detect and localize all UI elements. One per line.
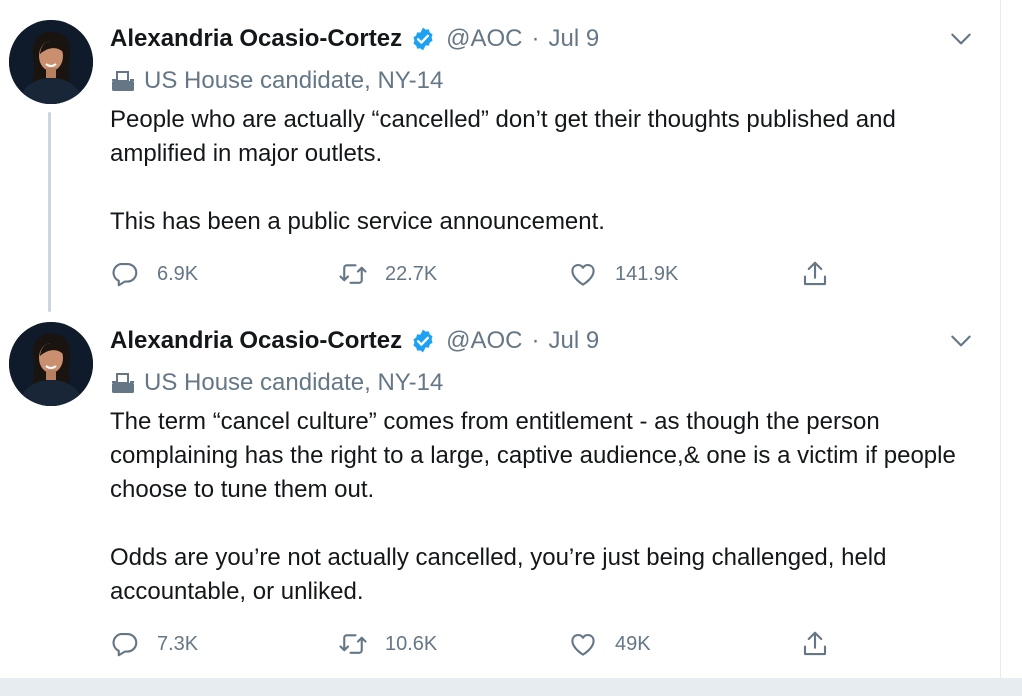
tweet-header: Alexandria Ocasio-Cortez @AOC · Jul 9 bbox=[110, 324, 599, 358]
account-label-text: US House candidate, NY-14 bbox=[144, 67, 444, 94]
tweet-actions: 6.9K 22.7K 141.9K bbox=[110, 258, 970, 290]
tweet-actions: 7.3K 10.6K 49K bbox=[110, 628, 970, 660]
avatar[interactable] bbox=[9, 322, 93, 406]
separator-dot: · bbox=[531, 25, 540, 52]
tweet-text: People who are actually “cancelled” don’… bbox=[110, 103, 980, 239]
author-handle[interactable]: @AOC bbox=[446, 25, 522, 53]
avatar[interactable] bbox=[9, 20, 93, 104]
tweet-date[interactable]: Jul 9 bbox=[548, 25, 599, 53]
reply-button[interactable]: 7.3K bbox=[110, 628, 198, 660]
account-label: US House candidate, NY-14 bbox=[110, 366, 443, 400]
author-handle[interactable]: @AOC bbox=[446, 327, 522, 355]
separator-dot: · bbox=[531, 327, 540, 354]
like-button[interactable]: 141.9K bbox=[568, 258, 678, 290]
account-label: US House candidate, NY-14 bbox=[110, 64, 443, 98]
retweet-count: 22.7K bbox=[385, 262, 438, 285]
retweet-button[interactable]: 22.7K bbox=[338, 258, 437, 290]
tweet-header: Alexandria Ocasio-Cortez @AOC · Jul 9 bbox=[110, 22, 599, 56]
verified-badge-icon bbox=[410, 26, 436, 52]
tweet-paragraph: This has been a public service announcem… bbox=[110, 208, 605, 235]
share-icon bbox=[800, 259, 830, 289]
share-icon bbox=[800, 629, 830, 659]
reply-icon bbox=[110, 259, 140, 289]
tweet-date[interactable]: Jul 9 bbox=[548, 327, 599, 355]
timeline: Alexandria Ocasio-Cortez @AOC · Jul 9 US… bbox=[0, 0, 1001, 678]
tweet-text: The term “cancel culture” comes from ent… bbox=[110, 405, 980, 609]
tweet[interactable]: Alexandria Ocasio-Cortez @AOC · Jul 9 US… bbox=[0, 302, 1000, 678]
heart-icon bbox=[568, 259, 598, 289]
verified-badge-icon bbox=[410, 328, 436, 354]
retweet-count: 10.6K bbox=[385, 632, 438, 655]
ballot-box-icon bbox=[110, 371, 136, 395]
chevron-down-icon[interactable] bbox=[948, 328, 974, 354]
like-count: 141.9K bbox=[615, 262, 679, 285]
thread-connector-line bbox=[48, 112, 51, 312]
reply-count: 7.3K bbox=[157, 632, 199, 655]
ballot-box-icon bbox=[110, 69, 136, 93]
reply-count: 6.9K bbox=[157, 262, 199, 285]
chevron-down-icon[interactable] bbox=[948, 26, 974, 52]
tweet-paragraph: Odds are you’re not actually cancelled, … bbox=[110, 544, 887, 605]
reply-button[interactable]: 6.9K bbox=[110, 258, 198, 290]
author-name[interactable]: Alexandria Ocasio-Cortez bbox=[110, 25, 402, 53]
heart-icon bbox=[568, 629, 598, 659]
author-name[interactable]: Alexandria Ocasio-Cortez bbox=[110, 327, 402, 355]
reply-icon bbox=[110, 629, 140, 659]
retweet-button[interactable]: 10.6K bbox=[338, 628, 437, 660]
share-button[interactable] bbox=[800, 258, 830, 290]
account-label-text: US House candidate, NY-14 bbox=[144, 369, 444, 396]
retweet-icon bbox=[338, 259, 368, 289]
share-button[interactable] bbox=[800, 628, 830, 660]
tweet[interactable]: Alexandria Ocasio-Cortez @AOC · Jul 9 US… bbox=[0, 0, 1000, 312]
like-button[interactable]: 49K bbox=[568, 628, 651, 660]
timeline-bottom-border bbox=[0, 678, 1022, 696]
tweet-paragraph: People who are actually “cancelled” don’… bbox=[110, 106, 896, 167]
tweet-paragraph: The term “cancel culture” comes from ent… bbox=[110, 408, 956, 503]
retweet-icon bbox=[338, 629, 368, 659]
like-count: 49K bbox=[615, 632, 651, 655]
